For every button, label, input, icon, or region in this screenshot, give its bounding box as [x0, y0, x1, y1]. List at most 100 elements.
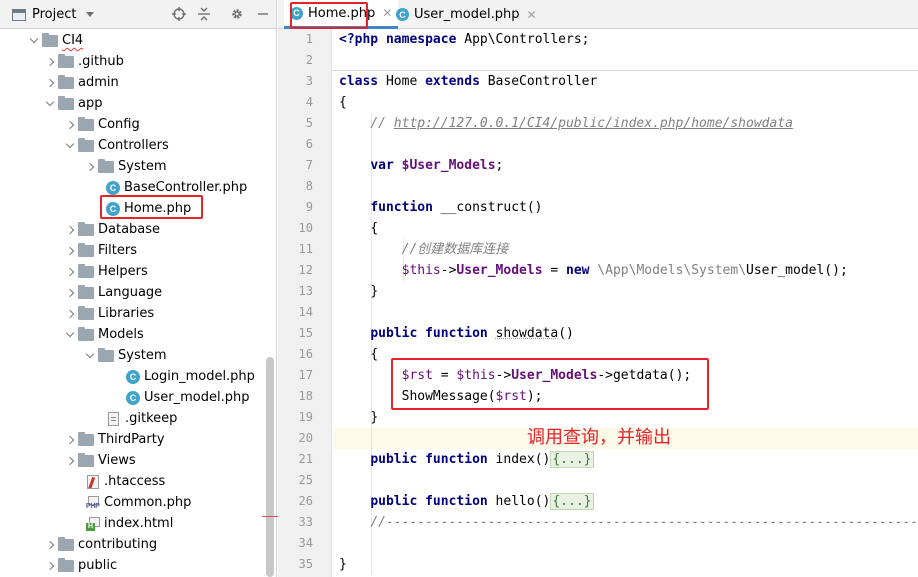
tree-item-thirdparty[interactable]: ThirdParty — [0, 429, 270, 450]
line-number: 9 — [305, 200, 313, 214]
line-number: 10 — [298, 221, 313, 235]
collapse-all-icon[interactable] — [195, 5, 213, 23]
php-class-icon: C — [106, 201, 120, 216]
tree-item-label: System — [118, 159, 167, 174]
line-number: 3 — [305, 74, 313, 88]
chevron-right-icon[interactable] — [62, 450, 78, 471]
project-panel-header: Project — [0, 0, 276, 29]
code-line-36: } — [339, 557, 347, 572]
php-class-icon: C — [396, 8, 409, 21]
tree-item-label: admin — [78, 75, 119, 90]
tree-item-config[interactable]: Config — [0, 114, 270, 135]
line-number: 33 — [298, 515, 313, 529]
tree-item-label: index.html — [104, 516, 174, 531]
line-number: 18 — [298, 389, 313, 403]
chevron-right-icon[interactable] — [62, 282, 78, 303]
tree-item-database[interactable]: Database — [0, 219, 270, 240]
tree-item-controllers-system[interactable]: System — [0, 156, 270, 177]
tree-item-label: app — [78, 96, 103, 111]
tree-item-contributing[interactable]: contributing — [0, 534, 270, 555]
tree-item-label: System — [118, 348, 167, 363]
tree-item-models-system[interactable]: System — [0, 345, 270, 366]
project-view-label: Project — [32, 7, 77, 22]
tree-item-controllers[interactable]: Controllers — [0, 135, 270, 156]
tree-item-common[interactable]: PHP Common.php — [0, 492, 270, 513]
sidebar-scrollbar[interactable] — [266, 357, 274, 577]
tree-item-language[interactable]: Language — [0, 282, 270, 303]
php-class-icon: C — [290, 6, 303, 20]
tree-item-label: .htaccess — [104, 474, 166, 489]
line-number: 8 — [305, 179, 313, 193]
tab-user-model-php[interactable]: C User_model.php ✕ — [390, 0, 543, 29]
line-number: 13 — [298, 284, 313, 298]
line-number: 26 — [298, 494, 313, 508]
tree-item-basecontroller[interactable]: C BaseController.php — [0, 177, 270, 198]
chevron-right-icon[interactable] — [42, 534, 58, 555]
tree-item-label: Helpers — [98, 264, 148, 279]
tree-item-github[interactable]: .github — [0, 51, 270, 72]
comment-url-link[interactable]: http://127.0.0.1/CI4/public/index.php/ho… — [394, 116, 793, 131]
chevron-down-icon[interactable] — [62, 324, 78, 345]
chevron-right-icon[interactable] — [42, 555, 58, 576]
code-line-10: { — [370, 221, 379, 236]
chevron-right-icon[interactable] — [42, 72, 58, 93]
chevron-down-icon[interactable] — [42, 93, 58, 114]
code-line-15: public function showdata() — [370, 326, 574, 341]
folder-icon — [78, 305, 94, 320]
line-number: 34 — [298, 536, 313, 550]
tree-item-ci4[interactable]: CI4 — [0, 30, 270, 51]
tree-item-htaccess[interactable]: .htaccess — [0, 471, 270, 492]
code-line-26: public function hello() {...} — [370, 493, 594, 510]
tree-item-libraries[interactable]: Libraries — [0, 303, 270, 324]
chevron-down-icon[interactable] — [82, 345, 98, 366]
tree-item-label: Config — [98, 117, 140, 132]
tree-item-user-model[interactable]: C User_model.php — [0, 387, 270, 408]
chevron-right-icon[interactable] — [62, 303, 78, 324]
tree-item-label: Common.php — [104, 495, 192, 510]
project-view-selector[interactable]: Project — [12, 6, 95, 23]
tree-item-views[interactable]: Views — [0, 450, 270, 471]
folded-code-block[interactable]: {...} — [550, 493, 594, 510]
folder-icon — [78, 263, 94, 278]
tree-item-gitkeep[interactable]: .gitkeep — [0, 408, 270, 429]
tree-item-filters[interactable]: Filters — [0, 240, 270, 261]
php-class-icon: C — [106, 180, 120, 195]
line-number: 7 — [305, 158, 313, 172]
minimize-icon[interactable] — [254, 5, 272, 23]
project-icon — [12, 8, 26, 21]
tree-item-app[interactable]: app — [0, 93, 270, 114]
line-number: 4 — [305, 95, 313, 109]
tree-item-models[interactable]: Models — [0, 324, 270, 345]
htaccess-file-icon — [87, 474, 99, 489]
chevron-down-icon[interactable] — [62, 135, 78, 156]
chevron-right-icon[interactable] — [62, 219, 78, 240]
code-editor[interactable]: <?php namespace App\Controllers; class H… — [333, 29, 918, 577]
chevron-down-icon[interactable] — [26, 30, 42, 51]
tree-item-public[interactable]: public — [0, 555, 270, 576]
folder-icon — [78, 284, 94, 299]
code-line-19: } — [370, 410, 379, 425]
tree-item-admin[interactable]: admin — [0, 72, 270, 93]
tree-item-label: Database — [98, 222, 161, 237]
folder-icon — [78, 452, 94, 467]
folded-code-block[interactable]: {...} — [550, 451, 594, 468]
tree-item-label: Home.php — [124, 201, 192, 216]
code-line-13: } — [370, 284, 379, 299]
code-line-4: { — [339, 95, 347, 110]
close-icon[interactable]: ✕ — [527, 8, 537, 22]
tree-item-label: contributing — [78, 537, 158, 552]
tree-item-home[interactable]: C Home.php — [0, 198, 270, 219]
chevron-right-icon[interactable] — [62, 261, 78, 282]
tree-item-index-html[interactable]: H index.html — [0, 513, 270, 534]
tree-item-login-model[interactable]: C Login_model.php — [0, 366, 270, 387]
chevron-right-icon[interactable] — [62, 429, 78, 450]
chevron-right-icon[interactable] — [62, 114, 78, 135]
locate-file-icon[interactable] — [170, 5, 188, 23]
tab-home-php[interactable]: C Home.php ✕ — [284, 0, 399, 29]
line-number: 17 — [298, 368, 313, 382]
tree-item-helpers[interactable]: Helpers — [0, 261, 270, 282]
gear-icon[interactable] — [228, 5, 246, 23]
chevron-right-icon[interactable] — [82, 156, 98, 177]
chevron-right-icon[interactable] — [42, 51, 58, 72]
chevron-right-icon[interactable] — [62, 240, 78, 261]
